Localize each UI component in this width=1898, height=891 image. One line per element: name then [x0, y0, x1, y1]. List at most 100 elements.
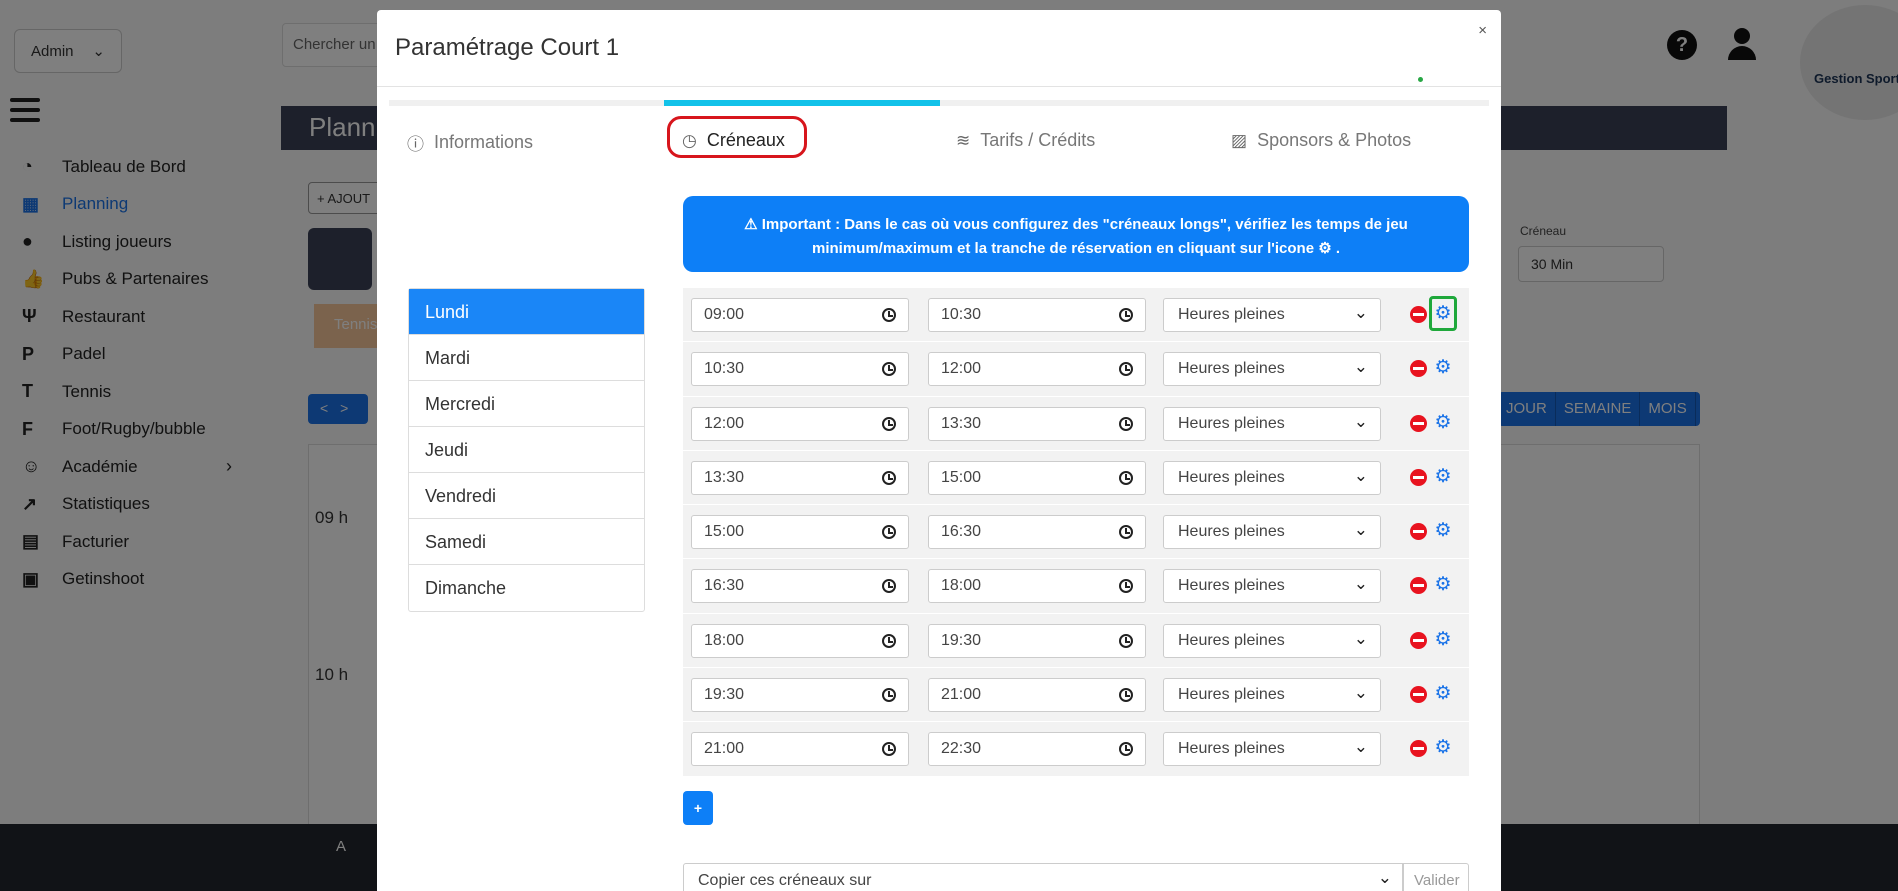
gear-highlight: [1429, 296, 1457, 331]
rate-type-select[interactable]: Heures pleines ⌄: [1163, 352, 1381, 387]
clock-icon: [1119, 470, 1133, 485]
day-dimanche[interactable]: Dimanche: [409, 565, 644, 611]
divider: [377, 86, 1501, 87]
valider-button[interactable]: Valider: [1403, 863, 1469, 891]
day-list: Lundi Mardi Mercredi Jeudi Vendredi Same…: [408, 288, 645, 612]
slot-row: 18:00 19:30 Heures pleines ⌄ ⚙: [683, 613, 1469, 669]
alert-strong: Important :: [761, 216, 841, 233]
clock-icon: [882, 308, 896, 322]
day-lundi[interactable]: Lundi: [409, 289, 644, 335]
gear-icon[interactable]: ⚙: [1432, 574, 1454, 596]
clock-icon: [882, 579, 896, 594]
images-icon: ▨: [1231, 130, 1248, 150]
remove-icon[interactable]: [1410, 414, 1427, 432]
day-vendredi[interactable]: Vendredi: [409, 473, 644, 519]
end-time-input[interactable]: 13:30: [928, 406, 1146, 441]
gear-icon[interactable]: ⚙: [1432, 737, 1454, 759]
day-mercredi[interactable]: Mercredi: [409, 381, 644, 427]
rate-type-select[interactable]: Heures pleines ⌄: [1163, 460, 1381, 495]
end-time-input[interactable]: 19:30: [928, 623, 1146, 658]
slot-row: 12:00 13:30 Heures pleines ⌄ ⚙: [683, 396, 1469, 451]
gear-icon[interactable]: ⚙: [1432, 412, 1454, 434]
rate-type-select[interactable]: Heures pleines ⌄: [1163, 732, 1381, 767]
court-settings-modal: Paramétrage Court 1 × ⓘ Informations ◷ Cré…: [377, 10, 1501, 891]
gear-icon[interactable]: ⚙: [1432, 683, 1454, 705]
gear-icon: ⚙: [1318, 240, 1332, 257]
start-time-input[interactable]: 13:30: [691, 460, 909, 495]
chevron-down-icon: ⌄: [1353, 520, 1368, 540]
chevron-down-icon: ⌄: [1353, 465, 1368, 485]
tab-highlight: [667, 116, 807, 158]
day-samedi[interactable]: Samedi: [409, 519, 644, 565]
start-time-input[interactable]: 16:30: [691, 569, 909, 604]
start-time-input[interactable]: 09:00: [691, 298, 909, 332]
slot-row: 13:30 15:00 Heures pleines ⌄ ⚙: [683, 450, 1469, 506]
remove-icon[interactable]: [1410, 360, 1427, 378]
end-time-input[interactable]: 10:30: [928, 298, 1146, 332]
tab-tarifs[interactable]: ≋ Tarifs / Crédits: [956, 130, 1095, 151]
slot-row: 16:30 18:00 Heures pleines ⌄ ⚙: [683, 559, 1469, 614]
gear-icon[interactable]: ⚙: [1432, 629, 1454, 651]
clock-icon: [1119, 525, 1133, 540]
gear-icon[interactable]: ⚙: [1432, 520, 1454, 542]
end-time-input[interactable]: 21:00: [928, 678, 1146, 713]
start-time-input[interactable]: 15:00: [691, 515, 909, 550]
chevron-down-icon: ⌄: [1353, 574, 1368, 594]
day-jeudi[interactable]: Jeudi: [409, 427, 644, 473]
slot-row: 21:00 22:30 Heures pleines ⌄ ⚙: [683, 722, 1469, 777]
clock-icon: [882, 416, 896, 431]
chevron-down-icon: ⌄: [1353, 357, 1368, 377]
chevron-down-icon: ⌄: [1377, 868, 1392, 887]
remove-icon[interactable]: [1410, 577, 1427, 595]
gear-icon[interactable]: ⚙: [1432, 357, 1454, 379]
clock-icon: [882, 362, 896, 377]
end-time-input[interactable]: 15:00: [928, 460, 1146, 495]
clock-icon: [882, 688, 896, 703]
tab-informations[interactable]: ⓘ Informations: [407, 130, 533, 155]
chevron-down-icon: ⌄: [1353, 628, 1368, 648]
copy-slots-select[interactable]: Copier ces créneaux sur ⌄: [683, 863, 1403, 891]
day-mardi[interactable]: Mardi: [409, 335, 644, 381]
clock-icon: [1119, 633, 1133, 648]
slot-row: 19:30 21:00 Heures pleines ⌄ ⚙: [683, 668, 1469, 723]
chevron-down-icon: ⌄: [1353, 303, 1368, 322]
add-slot-button[interactable]: +: [683, 791, 713, 825]
clock-icon: [1119, 579, 1133, 594]
start-time-input[interactable]: 10:30: [691, 352, 909, 387]
remove-icon[interactable]: [1410, 631, 1427, 649]
end-time-input[interactable]: 22:30: [928, 732, 1146, 767]
start-time-input[interactable]: 19:30: [691, 678, 909, 713]
tab-sponsors[interactable]: ▨ Sponsors & Photos: [1231, 130, 1411, 151]
remove-icon[interactable]: [1410, 740, 1427, 758]
clock-icon: [882, 633, 896, 648]
info-icon: ⓘ: [407, 135, 424, 154]
clock-icon: [882, 470, 896, 485]
rate-type-select[interactable]: Heures pleines ⌄: [1163, 623, 1381, 658]
start-time-input[interactable]: 21:00: [691, 732, 909, 767]
remove-icon[interactable]: [1410, 686, 1427, 704]
rate-type-select[interactable]: Heures pleines ⌄: [1163, 569, 1381, 604]
end-time-input[interactable]: 12:00: [928, 352, 1146, 387]
remove-icon[interactable]: [1410, 306, 1427, 323]
clock-icon: [882, 742, 896, 757]
end-time-input[interactable]: 18:00: [928, 569, 1146, 604]
clock-icon: [1119, 308, 1133, 322]
remove-icon[interactable]: [1410, 468, 1427, 486]
close-icon[interactable]: ×: [1478, 22, 1487, 39]
remove-icon[interactable]: [1410, 523, 1427, 541]
start-time-input[interactable]: 12:00: [691, 406, 909, 441]
rate-type-select[interactable]: Heures pleines ⌄: [1163, 406, 1381, 441]
modal-title: Paramétrage Court 1: [395, 34, 620, 61]
slot-row: 15:00 16:30 Heures pleines ⌄ ⚙: [683, 505, 1469, 560]
start-time-input[interactable]: 18:00: [691, 623, 909, 658]
coins-icon: ≋: [956, 130, 971, 150]
rate-type-select[interactable]: Heures pleines ⌄: [1163, 678, 1381, 713]
gear-icon[interactable]: ⚙: [1432, 466, 1454, 488]
active-tab-indicator: [664, 100, 940, 106]
end-time-input[interactable]: 16:30: [928, 515, 1146, 550]
rate-type-select[interactable]: Heures pleines ⌄: [1163, 298, 1381, 332]
clock-icon: [1119, 742, 1133, 757]
chevron-down-icon: ⌄: [1353, 683, 1368, 703]
rate-type-select[interactable]: Heures pleines ⌄: [1163, 515, 1381, 550]
alert-end: .: [1335, 240, 1340, 257]
